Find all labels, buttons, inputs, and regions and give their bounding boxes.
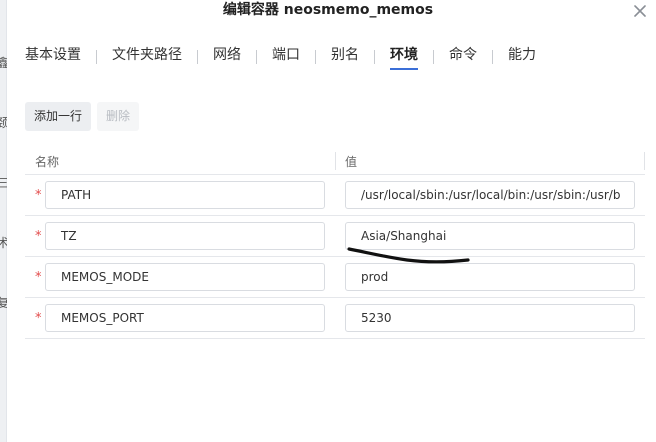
required-marker: * [35,270,42,285]
tab-divider [433,50,434,64]
tab-network[interactable]: 网络 [213,44,241,70]
add-row-button[interactable]: 添加一行 [25,102,92,131]
tab-divider [374,50,375,64]
column-divider [644,152,645,170]
tab-basic-settings[interactable]: 基本设置 [25,44,81,70]
env-value-input[interactable]: prod [345,263,635,291]
tab-divider [492,50,493,64]
table-row: * MEMOS_MODE prod [25,257,645,298]
background-window-strip: 鑫 颈 三 术 复 [0,0,7,442]
strip-glyph: 复 [0,296,7,310]
column-header-name: 名称 [35,155,60,169]
required-marker: * [35,188,42,203]
tab-ports[interactable]: 端口 [272,44,300,70]
tab-divider [315,50,316,64]
env-value-input[interactable]: Asia/Shanghai [345,222,635,250]
strip-glyph: 鑫 [0,56,7,70]
tab-bar: 基本设置 文件夹路径 网络 端口 别名 环境 命令 能力 [25,44,536,70]
tab-command[interactable]: 命令 [449,44,477,70]
tab-divider [256,50,257,64]
column-divider [335,152,336,170]
table-row: * TZ Asia/Shanghai [25,216,645,257]
env-value-input[interactable]: 5230 [345,304,635,332]
strip-glyph: 颈 [0,116,7,130]
tab-divider [96,50,97,64]
close-icon[interactable] [632,3,648,19]
tab-folder-paths[interactable]: 文件夹路径 [112,44,182,70]
tab-capabilities[interactable]: 能力 [508,44,536,70]
required-marker: * [35,229,42,244]
env-name-input[interactable]: MEMOS_PORT [45,304,325,332]
env-value-input[interactable]: /usr/local/sbin:/usr/local/bin:/usr/sbin… [345,181,635,209]
table-row: * PATH /usr/local/sbin:/usr/local/bin:/u… [25,175,645,216]
env-table: 名称 值 * PATH /usr/local/sbin:/usr/local/b… [25,149,645,339]
tab-environment[interactable]: 环境 [390,44,418,70]
env-name-input[interactable]: TZ [45,222,325,250]
dialog-title: 编辑容器 neosmemo_memos [222,2,434,18]
strip-glyph: 三 [0,176,7,190]
tab-divider [197,50,198,64]
table-row: * MEMOS_PORT 5230 [25,298,645,339]
strip-glyph: 术 [0,236,7,250]
required-marker: * [35,311,42,326]
env-name-input[interactable]: PATH [45,181,325,209]
env-name-input[interactable]: MEMOS_MODE [45,263,325,291]
delete-button[interactable]: 删除 [97,102,140,131]
column-header-value: 值 [345,155,358,169]
tab-aliases[interactable]: 别名 [331,44,359,70]
table-header: 名称 值 [25,149,645,175]
